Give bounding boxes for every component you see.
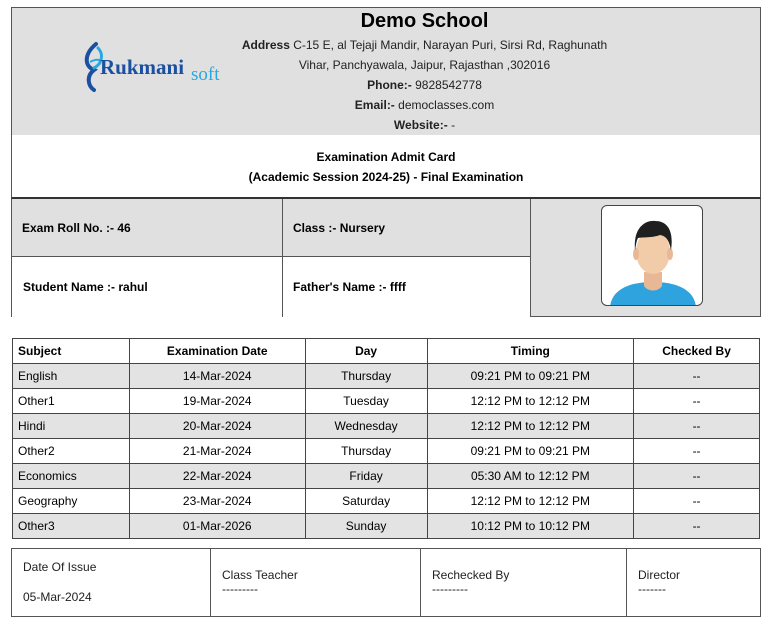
timing-cell: 12:12 PM to 12:12 PM [426,488,635,514]
subject-cell: Other1 [12,388,130,414]
day-cell: Tuesday [304,388,428,414]
director-label: Director [638,568,681,582]
timing-cell: 09:21 PM to 09:21 PM [426,363,635,389]
class-teacher-cell: Class Teacher --------- [211,549,421,616]
table-header-row: Subject Examination Date Day Timing Chec… [12,338,760,364]
exam-date-cell: 20-Mar-2024 [128,413,306,439]
column-header: Subject [12,338,130,364]
logo-text-sub: soft [191,64,220,85]
class-value: Nursery [339,220,386,235]
admit-card-title-box: Examination Admit Card (Academic Session… [11,135,761,199]
father-name-value: ffff [389,280,406,294]
table-row: Hindi 20-Mar-2024 Wednesday 12:12 PM to … [12,413,760,439]
table-row: Other3 01-Mar-2026 Sunday 10:12 PM to 10… [12,513,760,539]
academic-session: (Academic Session 2024-25) - Final Exami… [248,170,524,184]
signature-footer: Date Of Issue 05-Mar-2024 Class Teacher … [11,548,761,617]
subject-cell: English [12,363,130,389]
timing-cell: 05:30 AM to 12:12 PM [426,463,635,489]
rukmanisoft-logo: Rukmani soft [80,40,240,94]
checked-by-cell: -- [633,388,760,414]
column-header: Examination Date [128,338,306,364]
date-of-issue-label: Date Of Issue [23,560,97,574]
subject-cell: Geography [12,488,130,514]
student-info-grid: Exam Roll No. :- 46 Class :- Nursery Stu… [11,199,761,317]
table-row: Other2 21-Mar-2024 Thursday 09:21 PM to … [12,438,760,464]
rechecked-by-label: Rechecked By [432,568,510,582]
checked-by-cell: -- [633,438,760,464]
column-header: Checked By [633,338,760,364]
admit-card-title: Examination Admit Card [316,150,456,164]
director-signature-line: ------- [638,582,666,596]
timing-cell: 12:12 PM to 12:12 PM [426,388,635,414]
day-cell: Thursday [304,363,428,389]
table-row: Geography 23-Mar-2024 Saturday 12:12 PM … [12,488,760,514]
subject-cell: Other3 [12,513,130,539]
rechecked-by-signature-line: --------- [432,582,468,596]
class-teacher-label: Class Teacher [222,568,298,582]
logo-text-main: Rukmani [100,55,185,79]
student-photo [601,205,703,306]
exam-date-cell: 22-Mar-2024 [128,463,306,489]
timing-cell: 09:21 PM to 09:21 PM [426,438,635,464]
director-cell: Director ------- [627,549,760,616]
day-cell: Wednesday [304,413,428,439]
avatar-placeholder-icon [610,220,696,305]
table-row: Economics 22-Mar-2024 Friday 05:30 AM to… [12,463,760,489]
exam-schedule-table: Subject Examination Date Day Timing Chec… [12,338,760,539]
subject-cell: Economics [12,463,130,489]
class-teacher-signature-line: --------- [222,582,258,596]
school-name: Demo School [360,10,489,32]
student-name-value: rahul [118,280,148,294]
exam-date-cell: 01-Mar-2026 [128,513,306,539]
school-email: Email:- democlasses.com [354,98,495,112]
subject-cell: Other2 [12,438,130,464]
school-website: Website:- - [393,118,456,132]
date-of-issue-cell: Date Of Issue 05-Mar-2024 [12,549,211,616]
exam-date-cell: 21-Mar-2024 [128,438,306,464]
table-row: Other1 19-Mar-2024 Tuesday 12:12 PM to 1… [12,388,760,414]
timing-cell: 10:12 PM to 10:12 PM [426,513,635,539]
student-name-cell: Student Name :- rahul [12,257,283,317]
column-header: Timing [426,338,635,364]
exam-date-cell: 23-Mar-2024 [128,488,306,514]
day-cell: Friday [304,463,428,489]
checked-by-cell: -- [633,513,760,539]
day-cell: Thursday [304,438,428,464]
checked-by-cell: -- [633,463,760,489]
checked-by-cell: -- [633,363,760,389]
date-of-issue-value: 05-Mar-2024 [23,590,92,604]
table-row: English 14-Mar-2024 Thursday 09:21 PM to… [12,363,760,389]
exam-roll-cell: Exam Roll No. :- 46 [12,199,283,257]
column-header: Day [304,338,428,364]
exam-date-cell: 19-Mar-2024 [128,388,306,414]
day-cell: Saturday [304,488,428,514]
timing-cell: 12:12 PM to 12:12 PM [426,413,635,439]
checked-by-cell: -- [633,413,760,439]
exam-roll-value: 46 [117,220,131,235]
rechecked-by-cell: Rechecked By --------- [421,549,627,616]
checked-by-cell: -- [633,488,760,514]
class-cell: Class :- Nursery [283,199,531,257]
subject-cell: Hindi [12,413,130,439]
day-cell: Sunday [304,513,428,539]
father-name-cell: Father's Name :- ffff [283,257,531,317]
exam-date-cell: 14-Mar-2024 [128,363,306,389]
